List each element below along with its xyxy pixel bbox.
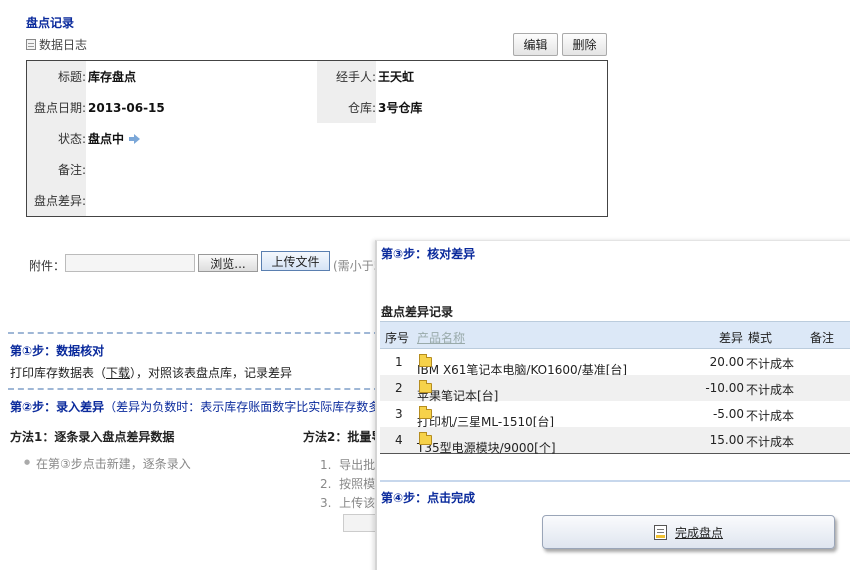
attachment-file-input[interactable]: [65, 254, 195, 272]
folder-icon[interactable]: [419, 354, 432, 367]
warehouse-label: 仓库:: [317, 92, 376, 123]
data-log-link[interactable]: 数据日志: [26, 36, 87, 53]
col-mode: 模式: [748, 331, 773, 345]
browse-button[interactable]: 浏览...: [198, 254, 258, 272]
delete-button[interactable]: 删除: [562, 33, 607, 56]
method2-title: 方法2：批量导入: [303, 430, 378, 444]
report-icon: [653, 524, 667, 540]
row-seq: 3: [395, 407, 403, 421]
data-log-label: 数据日志: [39, 38, 88, 52]
col-remark: 备注: [810, 331, 835, 345]
col-diff: 差异: [719, 331, 744, 345]
diff-records-title: 盘点差异记录: [381, 305, 454, 319]
warehouse-value: 3号仓库: [378, 101, 423, 115]
step2-desc-prefix: （差异为: [104, 400, 153, 414]
diff-label: 盘点差异:: [27, 185, 86, 216]
method2-upload-input[interactable]: [343, 514, 378, 532]
table-row[interactable]: 1 IBM X61笔记本电脑/KO1600/基准[台] 20.00 不计成本: [380, 349, 850, 377]
row-diff: 20.00: [709, 355, 744, 369]
folder-icon[interactable]: [419, 380, 432, 393]
method1-item: 在第③步点击新建，逐条录入: [24, 455, 191, 472]
method2-item: 3. 上传该文件: [320, 496, 378, 510]
step1-description: 打印库存数据表（下载），对照该表盘点库，记录差异: [10, 364, 292, 381]
status-value: 盘点中: [88, 123, 141, 154]
title-value: 库存盘点: [88, 70, 137, 84]
row-product: 打印机/三星ML-1510[台]: [417, 406, 554, 429]
step1-desc-suffix: ），对照该表盘点库，记录差异: [130, 366, 293, 380]
row-seq: 1: [395, 355, 403, 369]
table-header: 序号 产品名称 差异 模式 备注: [380, 321, 850, 349]
divider: [380, 480, 850, 482]
complete-inventory-button[interactable]: 完成盘点: [542, 515, 835, 549]
step2-desc-negative: 负数时：表示库存账面数字比实际库存数多: [152, 400, 378, 414]
diff-records-table: 序号 产品名称 差异 模式 备注 1 IBM X61笔记本电脑/KO1600/基…: [380, 321, 850, 455]
method2-item: 1. 导出批量模板: [320, 458, 378, 472]
step1-desc-prefix: 打印库存数据表（: [10, 366, 107, 380]
step4-title: 第④步：点击完成: [381, 491, 476, 505]
row-mode: 不计成本: [746, 357, 795, 371]
page-title: 盘点记录: [26, 16, 75, 30]
row-product: IBM X61笔记本电脑/KO1600/基准[台]: [417, 354, 627, 377]
document-icon: [26, 39, 36, 50]
folder-icon[interactable]: [419, 432, 432, 445]
col-product-name[interactable]: 产品名称: [417, 329, 465, 346]
row-product: 苹果笔记本[台]: [417, 380, 498, 403]
row-diff: -10.00: [705, 381, 744, 395]
step2-header: 第②步：录入差异（差异为负数时：表示库存账面数字比实际库存数多: [10, 398, 378, 415]
edit-button[interactable]: 编辑: [513, 33, 558, 56]
divider: [8, 332, 380, 334]
remark-label: 备注:: [27, 154, 86, 185]
status-text: 盘点中: [88, 132, 125, 146]
diff-records-popup: 第③步：核对差异 盘点差异记录 序号 产品名称 差异 模式 备注 1 IBM X…: [375, 240, 850, 570]
complete-inventory-label: 完成盘点: [674, 525, 723, 540]
inventory-info-panel: 标题: 库存盘点 经手人: 王天虹 盘点日期: 2013-06-15 仓库: 3…: [26, 60, 608, 217]
col-seq: 序号: [385, 331, 410, 345]
step2-title: 第②步：录入差异: [10, 400, 105, 414]
method2-item: 2. 按照模板填写: [320, 477, 378, 491]
row-seq: 4: [395, 433, 403, 447]
row-diff: -5.00: [712, 407, 744, 421]
row-diff: 15.00: [709, 433, 744, 447]
download-link[interactable]: 下载: [106, 366, 130, 380]
date-label: 盘点日期:: [27, 92, 86, 123]
row-seq: 2: [395, 381, 403, 395]
attachment-label: 附件：: [29, 259, 66, 273]
table-row[interactable]: 3 打印机/三星ML-1510[台] -5.00 不计成本: [380, 401, 850, 429]
status-label: 状态:: [27, 123, 86, 154]
date-value: 2013-06-15: [88, 100, 165, 115]
row-product: T35型电源模块/9000[个]: [417, 432, 556, 455]
row-mode: 不计成本: [746, 409, 795, 423]
table-row[interactable]: 4 T35型电源模块/9000[个] 15.00 不计成本: [380, 427, 850, 455]
step3-title: 第③步：核对差异: [381, 247, 476, 261]
attachment-hint: (需小于5: [333, 259, 379, 273]
row-mode: 不计成本: [746, 383, 795, 397]
handler-value: 王天虹: [378, 70, 415, 84]
handler-label: 经手人:: [317, 61, 376, 92]
table-row[interactable]: 2 苹果笔记本[台] -10.00 不计成本: [380, 375, 850, 403]
arrow-right-icon[interactable]: [129, 134, 141, 144]
divider: [8, 388, 380, 390]
row-mode: 不计成本: [746, 435, 795, 449]
step1-title: 第①步：数据核对: [10, 344, 105, 358]
folder-icon[interactable]: [419, 406, 432, 419]
title-label: 标题:: [27, 61, 86, 92]
method1-title: 方法1：逐条录入盘点差异数据: [10, 430, 175, 444]
upload-button[interactable]: 上传文件: [261, 251, 330, 271]
